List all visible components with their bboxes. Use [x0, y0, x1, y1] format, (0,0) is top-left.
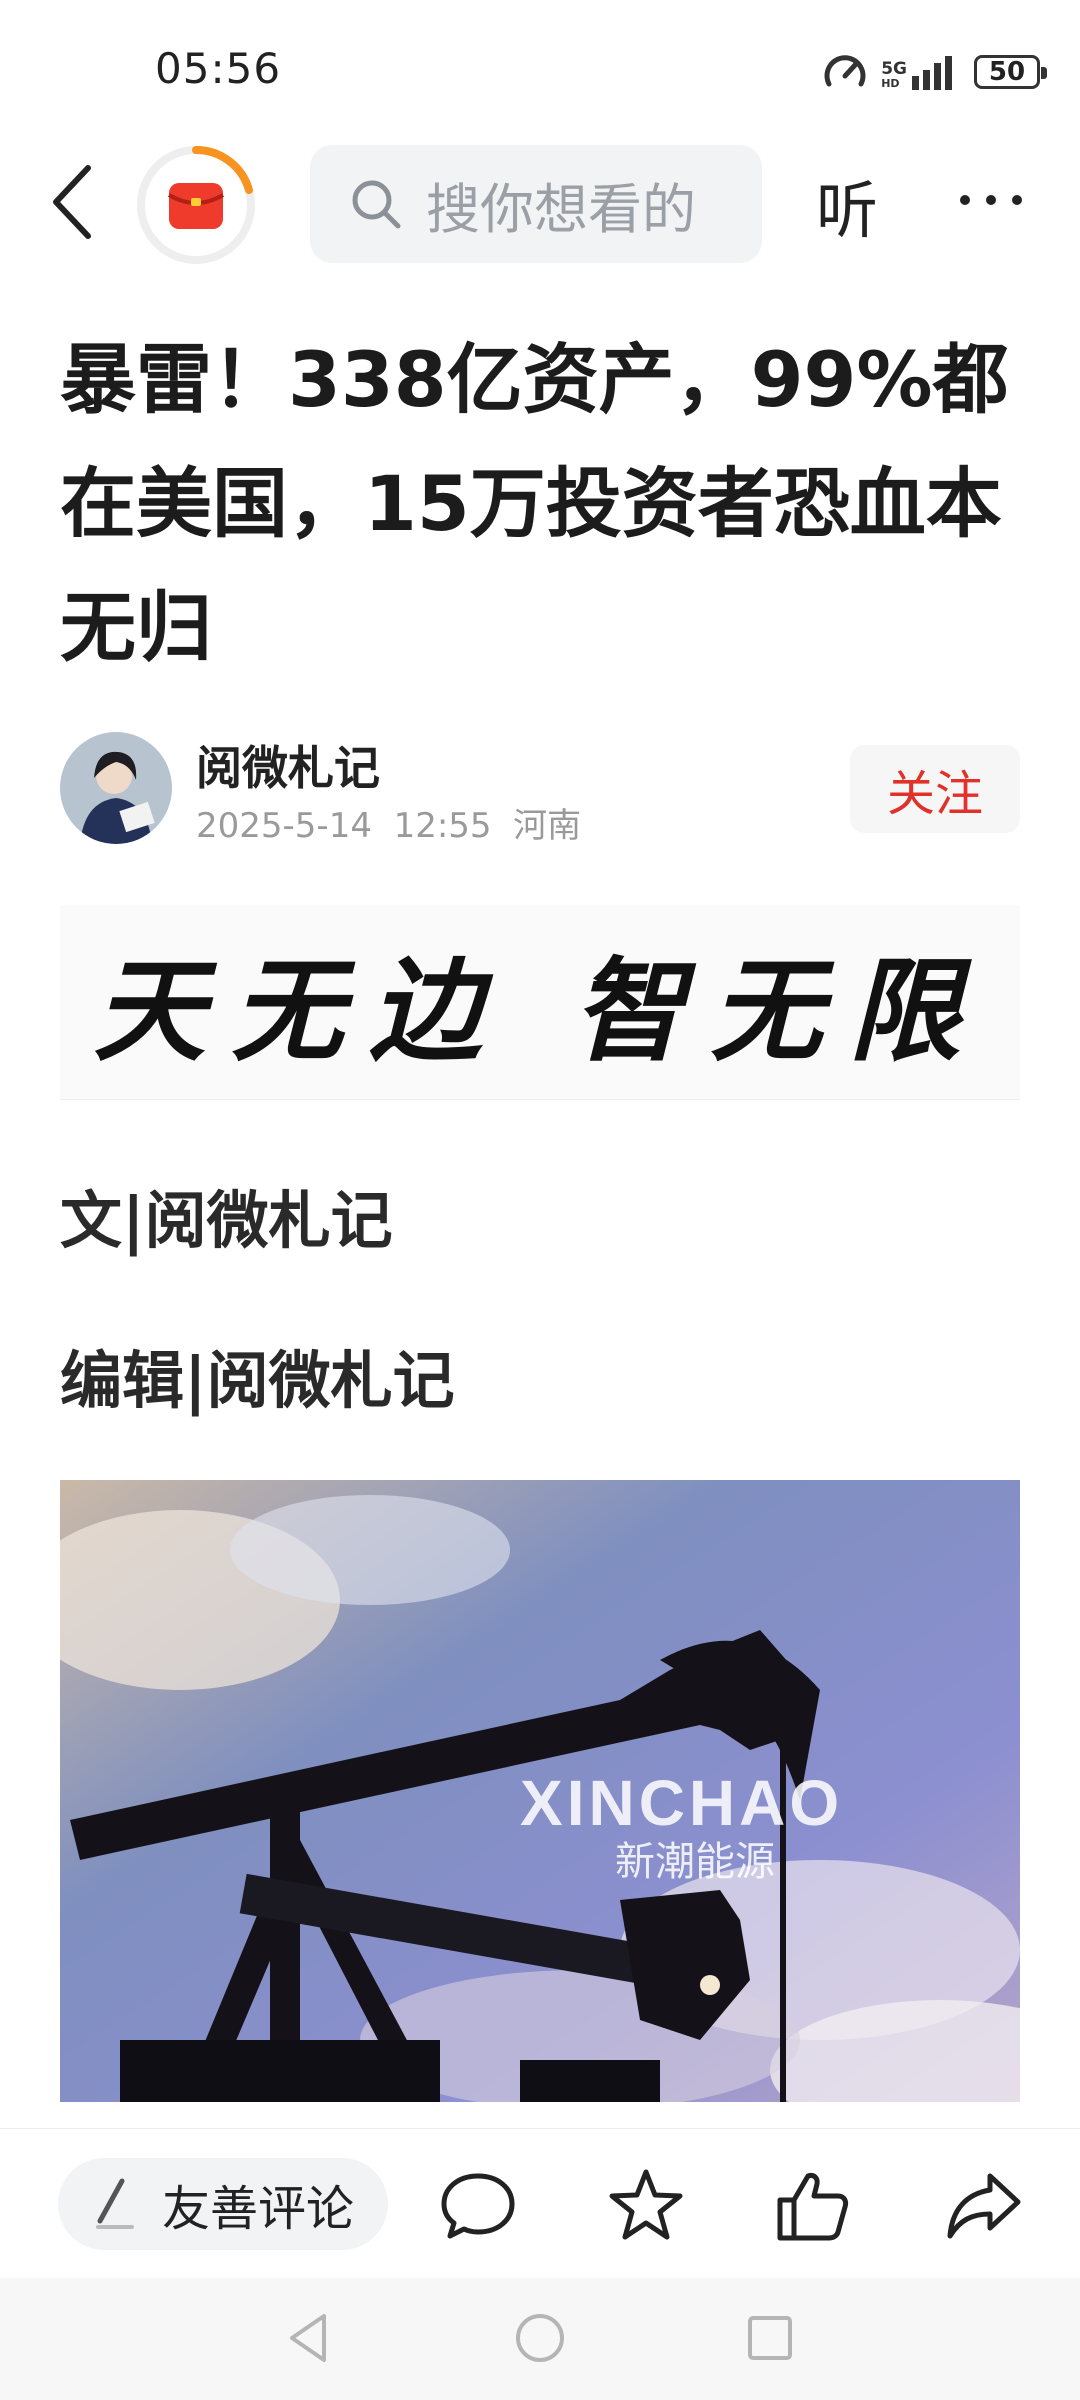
article-title: 暴雷！338亿资产，99%都在美国，15万投资者恐血本无归 — [60, 335, 1009, 672]
comment-icon[interactable] — [438, 2166, 518, 2246]
battery-icon: 50 — [974, 55, 1047, 89]
signal-icon — [912, 56, 952, 90]
avatar[interactable] — [60, 732, 172, 844]
author-name[interactable]: 阅微札记 — [196, 732, 380, 798]
editor-paragraph: 编辑|阅微札记 — [60, 1344, 455, 1417]
status-icons: 5G HD 50 — [823, 48, 1047, 96]
speed-icon — [824, 55, 866, 87]
back-icon[interactable] — [44, 160, 104, 244]
network-sub: HD — [881, 77, 900, 90]
banner-text: 天无边 智无限 — [93, 946, 987, 1077]
network-type: 5G — [881, 59, 907, 79]
follow-button[interactable]: 关注 — [850, 745, 1020, 833]
nav-back-icon[interactable] — [280, 2308, 340, 2368]
red-packet-icon[interactable] — [136, 145, 256, 265]
like-icon[interactable] — [772, 2166, 852, 2246]
banner-image: 天无边 智无限 — [60, 905, 1020, 1100]
pen-icon — [96, 2178, 134, 2229]
search-input[interactable]: 搜你想看的 — [310, 145, 762, 263]
status-time: 05:56 — [155, 44, 282, 93]
article-photo[interactable]: XINCHAO 新潮能源 — [60, 1480, 1020, 2102]
listen-button[interactable]: 听 — [816, 160, 878, 250]
nav-home-icon[interactable] — [510, 2308, 570, 2368]
photo-watermark-en: XINCHAO — [520, 1767, 843, 1839]
battery-level: 50 — [988, 57, 1026, 87]
byline-paragraph: 文|阅微札记 — [60, 1184, 393, 1257]
photo-watermark-cn: 新潮能源 — [615, 1839, 775, 1885]
comment-placeholder: 友善评论 — [162, 2181, 355, 2237]
star-icon[interactable] — [606, 2166, 686, 2246]
signal: 5G HD — [881, 54, 960, 90]
share-icon[interactable] — [944, 2166, 1024, 2246]
search-icon — [352, 180, 401, 229]
nav-recents-icon[interactable] — [740, 2308, 800, 2368]
publish-meta: 2025-5-14 12:55 河南 — [196, 806, 582, 846]
search-placeholder: 搜你想看的 — [426, 177, 696, 241]
more-icon[interactable] — [955, 175, 1027, 225]
comment-input[interactable]: 友善评论 — [58, 2158, 388, 2250]
